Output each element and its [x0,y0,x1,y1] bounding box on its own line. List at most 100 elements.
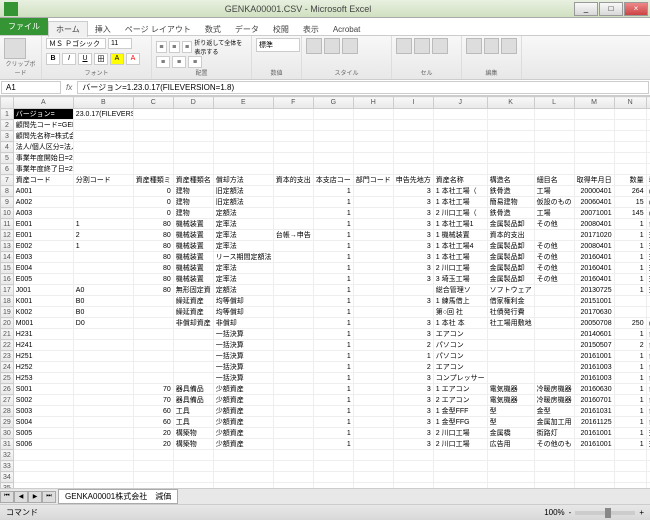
cell[interactable]: 2 川口工場（ [433,208,487,219]
col-header[interactable]: N [614,97,646,109]
cell[interactable]: 定率法 [213,230,273,241]
cell[interactable] [646,164,650,175]
cell[interactable]: 20060401 [574,197,614,208]
cell[interactable] [273,241,313,252]
cell[interactable]: ㎡ [646,208,650,219]
cell[interactable]: 社債発行費 [487,307,534,318]
fx-button[interactable]: fx [62,83,76,92]
cell[interactable] [353,384,393,395]
cell[interactable] [353,164,393,175]
row-header[interactable]: 14 [1,252,14,263]
cell[interactable] [353,340,393,351]
cell[interactable]: 3 [393,318,433,329]
cell[interactable]: H252 [13,362,73,373]
cell[interactable]: エアコン [433,362,487,373]
cell[interactable] [273,252,313,263]
sheet-nav-first[interactable]: ⏮ [0,491,14,503]
cell[interactable]: 単位 [646,175,650,186]
cell[interactable]: 1 [313,252,353,263]
cell[interactable] [273,307,313,318]
cell[interactable]: 細目名 [534,175,574,186]
cell[interactable]: 定額法 [213,285,273,296]
cell[interactable] [273,362,313,373]
row-header[interactable]: 1 [1,109,14,120]
cell[interactable]: 少額資産 [213,384,273,395]
sort-icon[interactable] [484,38,500,54]
cell[interactable] [313,153,353,164]
cell[interactable] [353,241,393,252]
cell[interactable] [353,263,393,274]
cell[interactable]: S006 [13,439,73,450]
cell[interactable]: 1 [614,362,646,373]
cell[interactable]: 20 [133,439,173,450]
col-header[interactable]: J [433,97,487,109]
cell[interactable] [133,351,173,362]
cell[interactable] [487,109,534,120]
cell[interactable]: 20160401 [574,274,614,285]
cell[interactable] [73,351,133,362]
cell[interactable] [73,208,133,219]
cell[interactable] [353,274,393,285]
cell[interactable]: 式 [646,274,650,285]
cell[interactable]: 鉄骨造 [487,208,534,219]
cell[interactable] [73,395,133,406]
cell[interactable] [133,142,173,153]
name-box[interactable] [1,81,61,94]
cell[interactable] [646,120,650,131]
cell[interactable] [73,274,133,285]
cell[interactable]: 非償却資産 [173,318,213,329]
cell[interactable]: 台 [646,219,650,230]
cell[interactable] [534,483,574,489]
cell[interactable]: 1 [614,329,646,340]
col-header[interactable]: H [353,97,393,109]
cell[interactable]: 1 [313,307,353,318]
cell[interactable]: J001 [13,285,73,296]
cell[interactable]: 旧定額法 [213,197,273,208]
cell[interactable]: 20161001 [574,428,614,439]
cell[interactable]: 機械装置 [173,230,213,241]
cell[interactable] [614,109,646,120]
sheet-nav-next[interactable]: ▶ [28,491,42,503]
cell[interactable]: 2 [614,340,646,351]
zoom-slider[interactable] [575,511,635,515]
cell[interactable] [273,329,313,340]
cell[interactable]: 型 [487,417,534,428]
cell[interactable]: 15 [614,197,646,208]
cell[interactable] [353,120,393,131]
cell[interactable] [273,285,313,296]
cell[interactable] [353,131,393,142]
cell[interactable]: 機械装置 [173,241,213,252]
cell[interactable]: 台 [646,395,650,406]
cell[interactable]: 1 本社工場（ [433,186,487,197]
cell[interactable] [646,109,650,120]
row-header[interactable]: 8 [1,186,14,197]
zoom-in[interactable]: + [639,508,644,517]
cell[interactable]: K001 [13,296,73,307]
cell[interactable] [273,406,313,417]
cell[interactable]: H241 [13,340,73,351]
row-header[interactable]: 28 [1,406,14,417]
cell[interactable]: 器具備品 [173,384,213,395]
col-header[interactable]: B [73,97,133,109]
col-header[interactable]: I [393,97,433,109]
cell[interactable]: 資本的支出 [487,230,534,241]
cell[interactable]: 3 [393,428,433,439]
cell[interactable]: E005 [13,274,73,285]
cell[interactable]: 1 [313,395,353,406]
cell[interactable]: 顧問先コード=GENKA00001 [13,120,73,131]
cell[interactable]: 少額資産 [213,417,273,428]
cell[interactable]: 20160401 [574,252,614,263]
cell[interactable] [133,340,173,351]
cell[interactable] [353,142,393,153]
cell[interactable]: 1 [313,384,353,395]
cell[interactable] [273,483,313,489]
cell[interactable] [614,131,646,142]
cell[interactable]: 少額資産 [213,428,273,439]
cell[interactable]: 借家権利金 [487,296,534,307]
cell[interactable]: 3 [393,406,433,417]
cell[interactable] [534,472,574,483]
cell[interactable]: 式 [646,285,650,296]
cell[interactable]: 工場 [534,208,574,219]
cell[interactable] [173,351,213,362]
cell[interactable] [353,472,393,483]
